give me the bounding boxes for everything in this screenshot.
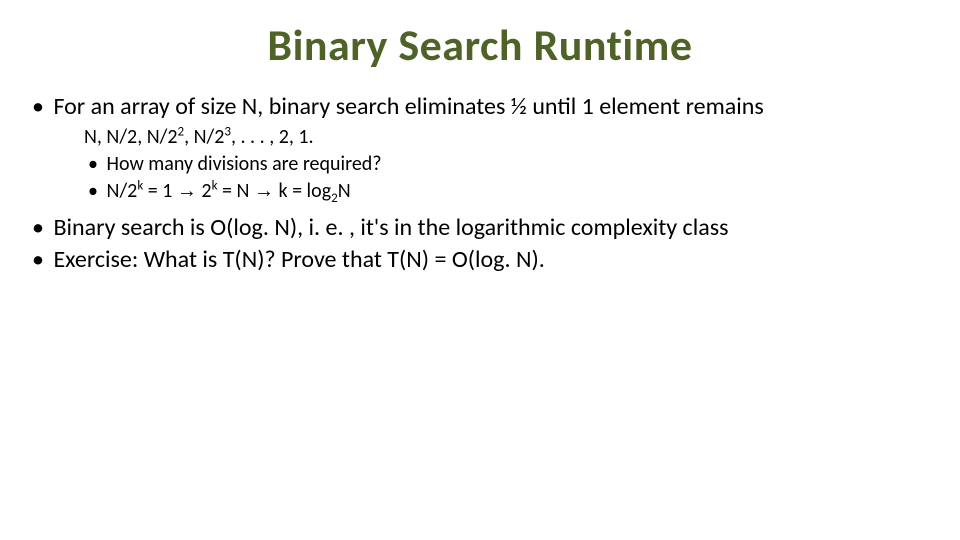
sub-bullet-text: How many divisions are required? bbox=[107, 152, 382, 176]
sequence-text: N, N/2, N/22, N/23, . . . , 2, 1. bbox=[84, 125, 314, 149]
bullet-text: For an array of size N, binary search el… bbox=[53, 92, 763, 121]
bullet-text: Binary search is O(log. N), i. e. , it's… bbox=[53, 213, 728, 242]
slide: Binary Search Runtime For an array of si… bbox=[0, 0, 960, 540]
sub-bullet-item-2: N/2k = 1 → 2k = N → k = log2N bbox=[84, 178, 932, 205]
bullet-item-2: Binary search is O(log. N), i. e. , it's… bbox=[28, 213, 932, 243]
arrow-icon: → bbox=[254, 180, 274, 202]
sub-bullet-list-1: N, N/2, N/22, N/23, . . . , 2, 1. How ma… bbox=[84, 124, 932, 205]
sub-bullet-item-1: How many divisions are required? bbox=[84, 151, 932, 178]
slide-title: Binary Search Runtime bbox=[28, 18, 932, 72]
sub-bullet-plain: N, N/2, N/22, N/23, . . . , 2, 1. bbox=[84, 124, 932, 151]
arrow-icon: → bbox=[177, 180, 197, 202]
bullet-list: For an array of size N, binary search el… bbox=[28, 92, 932, 275]
bullet-item-1: For an array of size N, binary search el… bbox=[28, 92, 932, 205]
bullet-text: Exercise: What is T(N)? Prove that T(N) … bbox=[53, 245, 544, 274]
bullet-item-3: Exercise: What is T(N)? Prove that T(N) … bbox=[28, 245, 932, 275]
formula-text: N/2k = 1 → 2k = N → k = log2N bbox=[107, 179, 351, 203]
